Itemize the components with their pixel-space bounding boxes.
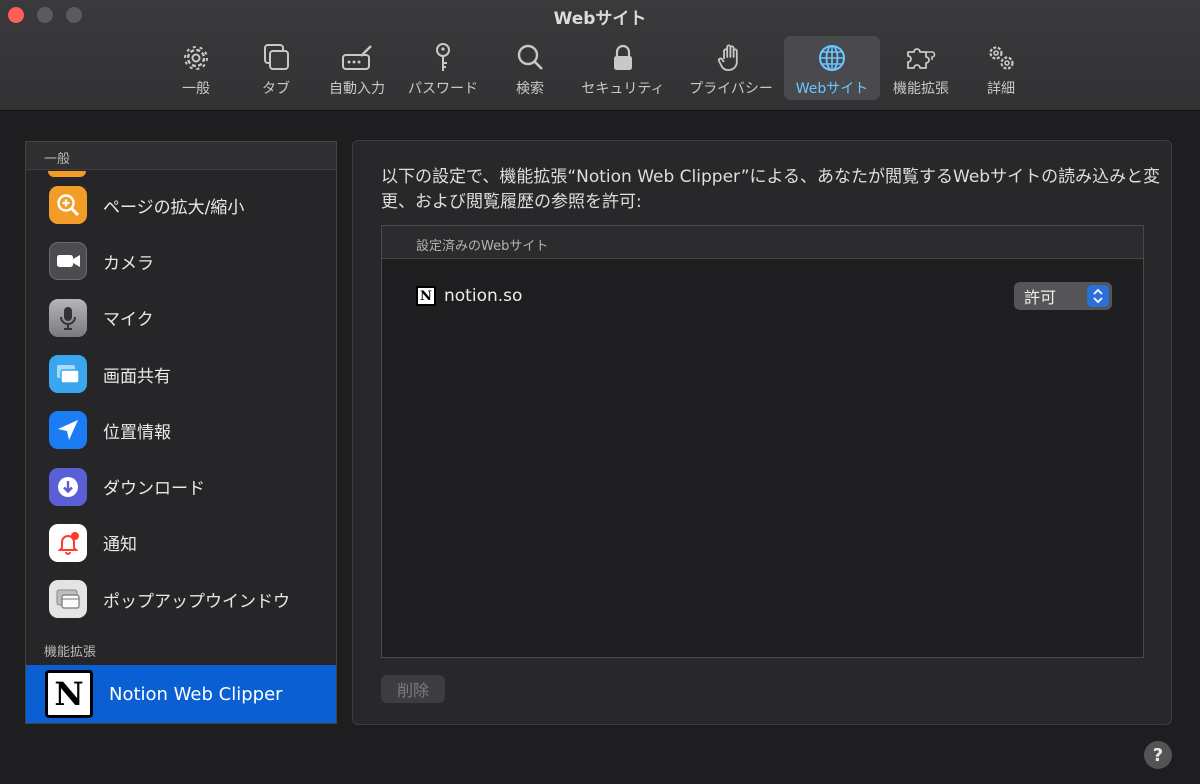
- sidebar-item-camera[interactable]: カメラ: [26, 233, 336, 289]
- site-name: notion.so: [444, 286, 523, 306]
- sidebar-item-label: 画面共有: [103, 366, 171, 387]
- zoom-icon: [49, 186, 87, 225]
- toolbar-item-label: パスワード: [408, 81, 478, 97]
- sidebar-item-label: ページの拡大/縮小: [103, 197, 245, 218]
- toolbar-item-label: セキュリティ: [581, 81, 665, 97]
- sidebar-list: ページの拡大/縮小 カメラ マイク 画面共有 位置情報 ダウンロード 通知 ポッ…: [26, 177, 336, 627]
- toolbar-item-label: タブ: [262, 81, 290, 97]
- table-header: 設定済みのWebサイト: [382, 226, 1143, 259]
- sidebar-section-general: 一般: [26, 142, 336, 170]
- tabs-icon: [264, 44, 289, 70]
- permission-value: 許可: [1024, 288, 1057, 307]
- toolbar-item-label: 機能拡張: [893, 81, 949, 97]
- bell-icon: [49, 523, 87, 562]
- toolbar-item-label: 詳細: [987, 81, 1015, 97]
- toolbar-item-label: Webサイト: [795, 81, 869, 97]
- microphone-icon: [49, 298, 87, 337]
- permission-select[interactable]: 許可: [1014, 282, 1112, 310]
- sidebar-item-label: Notion Web Clipper: [109, 683, 283, 705]
- sidebar-item-label: ダウンロード: [103, 479, 205, 500]
- key-icon: [436, 43, 450, 71]
- chevron-up-down-icon: [1087, 285, 1109, 307]
- toolbar-item-label: 一般: [182, 81, 210, 97]
- toolbar-item-autofill[interactable]: 自動入力: [311, 36, 403, 100]
- sidebar-item-label: マイク: [103, 310, 154, 331]
- permission-description: 以下の設定で、機能拡張“Notion Web Clipper”による、あなたが閲…: [381, 167, 1161, 212]
- notion-logo-icon: N: [45, 670, 93, 718]
- sidebar-item-notion-web-clipper[interactable]: N Notion Web Clipper: [26, 665, 336, 723]
- search-icon: [517, 44, 543, 70]
- title-bar: Webサイト 一般 タブ 自動入力 パスワード 検索 セキュリティ プライバシー: [0, 0, 1200, 111]
- sidebar: 一般 ページの拡大/縮小 カメラ マイク 画面共有 位置情報 ダウンロード 通知…: [25, 141, 337, 724]
- notion-site-icon: N: [416, 286, 436, 306]
- table-row[interactable]: N notion.so 許可: [416, 282, 1112, 310]
- gear-icon: [184, 46, 208, 70]
- sidebar-item-label: カメラ: [103, 253, 154, 274]
- toolbar-item-extensions[interactable]: 機能拡張: [875, 36, 967, 100]
- hand-icon: [717, 44, 738, 71]
- sidebar-item-label: ポップアップウインドウ: [103, 591, 290, 612]
- toolbar-item-passwords[interactable]: パスワード: [397, 36, 489, 100]
- sidebar-section-extensions: 機能拡張: [44, 645, 97, 660]
- puzzle-icon: [907, 48, 936, 69]
- lock-icon: [614, 44, 632, 70]
- toolbar-item-general[interactable]: 一般: [150, 36, 242, 100]
- delete-button[interactable]: 削除: [381, 675, 445, 703]
- download-icon: [49, 467, 87, 506]
- sidebar-item-microphone[interactable]: マイク: [26, 290, 336, 346]
- gears-icon: [989, 46, 1014, 70]
- sidebar-item-label: 通知: [103, 535, 137, 556]
- configured-websites-table: 設定済みのWebサイト N notion.so 許可: [381, 225, 1144, 658]
- camera-icon: [49, 242, 87, 281]
- window-title: Webサイト: [553, 9, 647, 29]
- extension-settings-panel: 以下の設定で、機能拡張“Notion Web Clipper”による、あなたが閲…: [352, 140, 1172, 725]
- toolbar-item-label: プライバシー: [689, 81, 773, 97]
- toolbar-item-tabs[interactable]: タブ: [230, 36, 322, 100]
- sidebar-item-notifications[interactable]: 通知: [26, 515, 336, 571]
- toolbar-item-label: 自動入力: [329, 81, 385, 97]
- sidebar-item-screen-sharing[interactable]: 画面共有: [26, 346, 336, 402]
- sidebar-item-popup-windows[interactable]: ポップアップウインドウ: [26, 571, 336, 627]
- autofill-icon: [342, 45, 372, 70]
- toolbar-item-search[interactable]: 検索: [484, 36, 576, 100]
- toolbar-item-advanced[interactable]: 詳細: [955, 36, 1047, 100]
- screen-share-icon: [49, 355, 87, 394]
- sidebar-item-location[interactable]: 位置情報: [26, 402, 336, 458]
- toolbar-item-security[interactable]: セキュリティ: [568, 36, 678, 100]
- toolbar-item-websites[interactable]: Webサイト: [784, 36, 880, 100]
- globe-icon: [819, 45, 845, 71]
- toolbar-item-privacy[interactable]: プライバシー: [683, 36, 779, 100]
- toolbar-item-label: 検索: [516, 81, 544, 97]
- popup-window-icon: [49, 580, 87, 619]
- sidebar-item-downloads[interactable]: ダウンロード: [26, 458, 336, 514]
- sidebar-item-page-zoom[interactable]: ページの拡大/縮小: [26, 177, 336, 233]
- location-arrow-icon: [49, 411, 87, 450]
- sidebar-item-label: 位置情報: [103, 422, 171, 443]
- help-button[interactable]: ?: [1144, 741, 1172, 769]
